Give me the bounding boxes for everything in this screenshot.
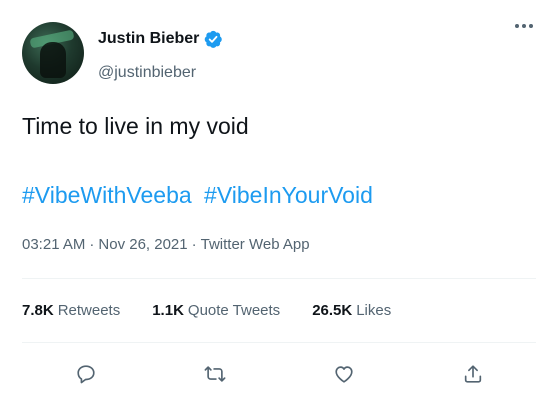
retweets-label: Retweets — [57, 302, 121, 319]
hashtag-link[interactable]: #VibeInYourVoid — [204, 182, 373, 208]
like-icon — [335, 366, 353, 383]
quote-tweets-label: Quote Tweets — [187, 302, 281, 319]
hashtag-link[interactable]: #VibeWithVeeba — [22, 182, 192, 208]
verified-badge-icon — [203, 29, 223, 49]
tweet-card: Justin Bieber @justinbieber Time to live… — [0, 0, 559, 404]
author-name[interactable]: Justin Bieber — [98, 30, 199, 48]
share-button[interactable] — [455, 356, 491, 392]
reply-icon — [77, 365, 95, 384]
avatar[interactable] — [22, 22, 84, 84]
tweet-text: Time to live in my void — [22, 113, 249, 139]
likes-label: Likes — [356, 302, 392, 319]
tweet-date[interactable]: Nov 26, 2021 — [98, 236, 187, 253]
meta-separator: · — [89, 236, 95, 253]
quote-tweets-stat[interactable]: 1.1K Quote Tweets — [152, 302, 280, 319]
engagement-stats: 7.8K Retweets 1.1K Quote Tweets 26.5K Likes — [22, 302, 423, 319]
meta-separator: · — [191, 236, 197, 253]
retweet-icon — [204, 366, 226, 382]
reply-button[interactable] — [68, 356, 104, 392]
action-bar — [0, 356, 559, 392]
author-handle[interactable]: @justinbieber — [98, 64, 196, 82]
likes-stat[interactable]: 26.5K Likes — [312, 302, 391, 319]
divider — [22, 342, 536, 343]
tweet-source[interactable]: Twitter Web App — [201, 236, 310, 253]
tweet-metadata: 03:21 AM · Nov 26, 2021 · Twitter Web App — [22, 236, 310, 253]
share-icon — [464, 365, 482, 383]
quote-tweets-count: 1.1K — [152, 302, 184, 319]
avatar-figure — [40, 42, 66, 78]
like-button[interactable] — [326, 356, 362, 392]
retweet-button[interactable] — [197, 356, 233, 392]
author-name-row: Justin Bieber — [98, 29, 223, 49]
tweet-hashtags: #VibeWithVeeba #VibeInYourVoid — [22, 182, 373, 209]
tweet-time[interactable]: 03:21 AM — [22, 236, 85, 253]
retweets-stat[interactable]: 7.8K Retweets — [22, 302, 120, 319]
divider — [22, 278, 536, 279]
retweets-count: 7.8K — [22, 302, 54, 319]
more-options-icon[interactable] — [512, 16, 536, 36]
likes-count: 26.5K — [312, 302, 353, 319]
